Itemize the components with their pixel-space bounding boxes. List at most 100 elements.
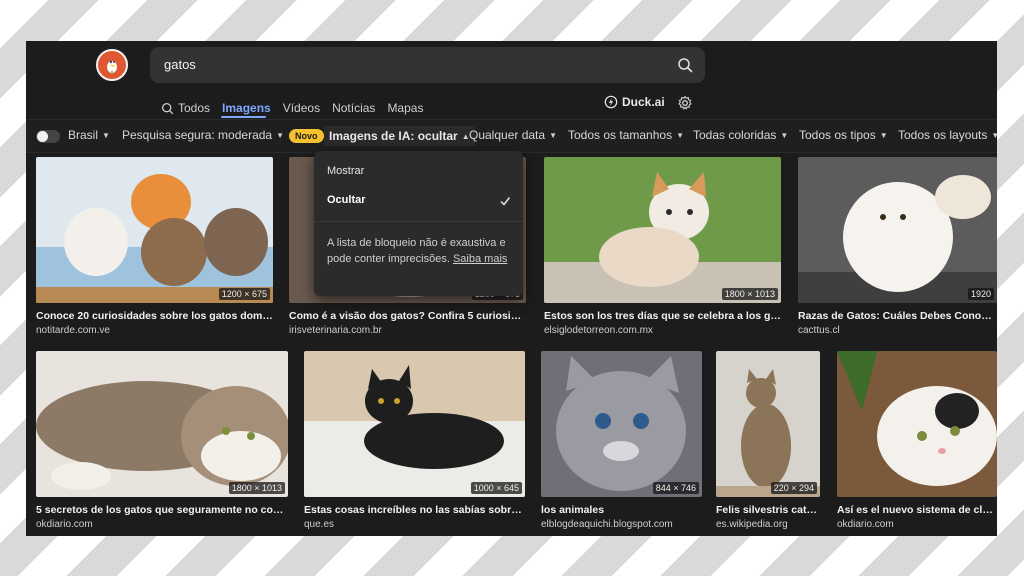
image-result[interactable]: 1200 × 675 Conoce 20 curiosidades sobre … bbox=[36, 157, 273, 336]
new-badge: Novo bbox=[289, 129, 324, 143]
image-source[interactable]: okdiario.com bbox=[36, 519, 288, 530]
option-show[interactable]: Mostrar bbox=[327, 165, 364, 177]
filter-label: Todos os tamanhos bbox=[568, 128, 673, 142]
image-result[interactable]: 1000 × 645 Estas cosas increíbles no las… bbox=[304, 351, 525, 530]
image-source[interactable]: irisveterinaria.com.br bbox=[289, 325, 526, 336]
caret-down-icon: ▼ bbox=[879, 130, 888, 140]
safe-search-filter[interactable]: Pesquisa segura: moderada ▼ bbox=[122, 128, 284, 142]
duck-icon bbox=[102, 55, 122, 75]
caret-down-icon: ▼ bbox=[676, 130, 684, 140]
caret-down-icon: ▼ bbox=[991, 130, 997, 140]
tab-images[interactable]: Imagens bbox=[222, 101, 271, 115]
image-dimensions: 1800 × 1013 bbox=[721, 288, 778, 300]
image-dimensions: 1000 × 645 bbox=[470, 482, 522, 494]
image-title[interactable]: los animales bbox=[541, 504, 702, 516]
image-dimensions: 844 × 746 bbox=[652, 482, 699, 494]
image-result[interactable]: 844 × 746 los animales elblogdeaquichi.b… bbox=[541, 351, 702, 530]
browser-page: gatos Todos Imagens Vídeos Notícias Mapa… bbox=[26, 41, 997, 536]
image-thumbnail[interactable] bbox=[837, 351, 997, 497]
search-input[interactable]: gatos bbox=[164, 57, 196, 72]
chat-bolt-icon bbox=[604, 95, 618, 109]
duckai-button[interactable]: Duck.ai bbox=[604, 95, 665, 109]
type-filter[interactable]: Todos os tipos ▼ bbox=[799, 128, 888, 142]
region-toggle[interactable] bbox=[36, 130, 60, 143]
caret-down-icon: ▼ bbox=[780, 130, 789, 140]
caret-down-icon: ▼ bbox=[102, 130, 110, 140]
image-thumbnail[interactable]: 1800 × 1013 bbox=[36, 351, 288, 497]
image-source[interactable]: elsiglodetorreon.com.mx bbox=[544, 325, 781, 336]
tab-label: Imagens bbox=[222, 101, 271, 115]
kittens-image bbox=[36, 157, 273, 303]
image-source[interactable]: cacttus.cl bbox=[798, 325, 997, 336]
active-tab-indicator bbox=[221, 116, 266, 118]
blocklist-note: A lista de bloqueio não é exaustiva e po… bbox=[327, 235, 512, 267]
date-filter[interactable]: Qualquer data ▼ bbox=[469, 128, 557, 142]
image-thumbnail[interactable]: 1800 × 1013 bbox=[544, 157, 781, 303]
image-source[interactable]: es.wikipedia.org bbox=[716, 519, 820, 530]
search-icon bbox=[161, 102, 174, 114]
tab-news[interactable]: Notícias bbox=[332, 101, 375, 115]
image-thumbnail[interactable]: 844 × 746 bbox=[541, 351, 702, 497]
image-dimensions: 1800 × 1013 bbox=[228, 482, 285, 494]
image-result[interactable]: 1800 × 1013 Estos son los tres días que … bbox=[544, 157, 781, 336]
tab-videos[interactable]: Vídeos bbox=[283, 101, 320, 115]
image-dimensions: 1200 × 675 bbox=[218, 288, 270, 300]
tabby-lying-image bbox=[36, 351, 288, 497]
option-hide[interactable]: Ocultar bbox=[327, 194, 366, 206]
image-source[interactable]: elblogdeaquichi.blogspot.com bbox=[541, 519, 702, 530]
image-thumbnail[interactable]: 1200 × 675 bbox=[36, 157, 273, 303]
image-result[interactable]: 1920 Razas de Gatos: Cuáles Debes Conoce… bbox=[798, 157, 997, 336]
tab-label: Vídeos bbox=[282, 101, 321, 115]
search-type-tabs: Todos Imagens Vídeos Notícias Mapas bbox=[161, 95, 435, 121]
image-result[interactable]: 220 × 294 Felis silvestris catu... es.wi… bbox=[716, 351, 820, 530]
filter-label: Imagens de IA: ocultar bbox=[329, 129, 458, 143]
duckduckgo-logo[interactable] bbox=[96, 49, 128, 81]
filter-bar: Brasil ▼ Pesquisa segura: moderada ▼ Novo … bbox=[26, 119, 997, 153]
search-box[interactable]: gatos bbox=[150, 47, 705, 83]
search-icon[interactable] bbox=[677, 57, 693, 73]
filter-label: Qualquer data bbox=[469, 128, 546, 142]
tab-label: Notícias bbox=[332, 101, 376, 115]
kitten-grass-image bbox=[544, 157, 781, 303]
persian-cat-image bbox=[798, 157, 997, 303]
filter-label: Todas coloridas bbox=[693, 128, 777, 142]
filter-label: Pesquisa segura: moderada bbox=[122, 128, 273, 142]
image-source[interactable]: okdiario.com bbox=[837, 519, 997, 530]
image-source[interactable]: notitarde.com.ve bbox=[36, 325, 273, 336]
image-title[interactable]: Así es el nuevo sistema de clasific bbox=[837, 504, 997, 516]
image-title[interactable]: Estas cosas increíbles no las sabías sob… bbox=[304, 504, 525, 516]
size-filter[interactable]: Todos os tamanhos ▼ bbox=[568, 128, 684, 142]
ai-images-dropdown: Mostrar Ocultar A lista de bloqueio não … bbox=[314, 151, 523, 296]
image-title[interactable]: Como é a visão dos gatos? Confira 5 curi… bbox=[289, 310, 526, 322]
image-title[interactable]: Felis silvestris catu... bbox=[716, 504, 820, 516]
image-thumbnail[interactable]: 1000 × 645 bbox=[304, 351, 525, 497]
image-title[interactable]: Estos son los tres días que se celebra a… bbox=[544, 310, 781, 322]
image-title[interactable]: Razas de Gatos: Cuáles Debes Conocer | C bbox=[798, 310, 997, 322]
filter-label: Todos os tipos bbox=[799, 128, 876, 142]
tab-label: Mapas bbox=[387, 101, 424, 115]
duckai-label: Duck.ai bbox=[622, 95, 665, 109]
learn-more-link[interactable]: Saiba mais bbox=[453, 253, 507, 265]
gear-icon[interactable] bbox=[677, 95, 693, 111]
tab-all[interactable]: Todos bbox=[161, 101, 210, 115]
image-thumbnail[interactable]: 1920 bbox=[798, 157, 997, 303]
ai-images-filter[interactable]: Imagens de IA: ocultar ▲ bbox=[324, 126, 475, 146]
region-filter[interactable]: Brasil ▼ bbox=[68, 128, 110, 142]
image-thumbnail[interactable]: 220 × 294 bbox=[716, 351, 820, 497]
image-dimensions: 1920 bbox=[967, 288, 994, 300]
divider bbox=[314, 221, 523, 222]
caret-down-icon: ▼ bbox=[276, 130, 285, 140]
image-dimensions: 220 × 294 bbox=[770, 482, 817, 494]
tab-maps[interactable]: Mapas bbox=[387, 101, 423, 115]
black-cat-image bbox=[304, 351, 525, 497]
image-source[interactable]: que.es bbox=[304, 519, 525, 530]
tab-label: Todos bbox=[178, 101, 211, 115]
image-title[interactable]: 5 secretos de los gatos que seguramente … bbox=[36, 504, 288, 516]
image-title[interactable]: Conoce 20 curiosidades sobre los gatos d… bbox=[36, 310, 273, 322]
wildcat-image bbox=[716, 351, 820, 497]
layout-filter[interactable]: Todos os layouts ▼ bbox=[898, 128, 997, 142]
filter-label: Todos os layouts bbox=[898, 128, 988, 142]
image-result[interactable]: Así es el nuevo sistema de clasific okdi… bbox=[837, 351, 997, 530]
image-result[interactable]: 1800 × 1013 5 secretos de los gatos que … bbox=[36, 351, 288, 530]
color-filter[interactable]: Todas coloridas ▼ bbox=[693, 128, 788, 142]
